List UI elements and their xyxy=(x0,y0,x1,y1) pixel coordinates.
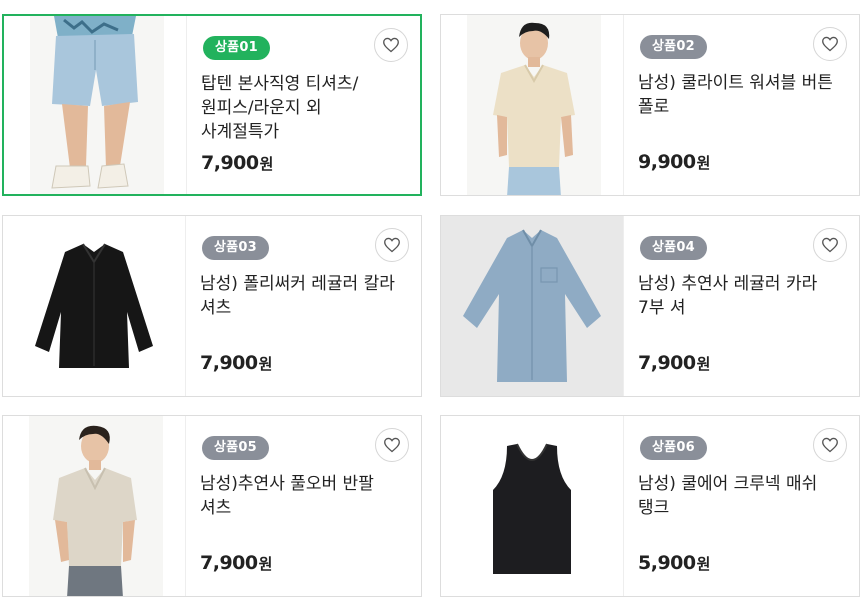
product-card-02[interactable]: 상품02 남성) 쿨라이트 워셔블 버튼 폴로 9,900원 xyxy=(440,14,860,196)
price-value: 7,900 xyxy=(201,152,259,174)
product-card-06[interactable]: 상품06 남성) 쿨에어 크루넥 매쉬 탱크 5,900원 xyxy=(440,415,860,597)
product-info: 상품02 남성) 쿨라이트 워셔블 버튼 폴로 9,900원 xyxy=(623,15,859,195)
product-rank-badge: 상품04 xyxy=(640,236,707,260)
price-currency: 원 xyxy=(696,355,711,373)
product-rank-badge: 상품03 xyxy=(202,236,269,260)
product-info: 상품05 남성)추연사 풀오버 반팔 셔츠 7,900원 xyxy=(185,416,421,596)
product-rank-badge: 상품01 xyxy=(203,36,270,60)
product-card-04[interactable]: 상품04 남성) 추연사 레귤러 카라 7부 셔 7,900원 xyxy=(440,215,860,397)
product-title[interactable]: 탑텐 본사직영 티셔츠/원피스/라운지 외 사계절특가 xyxy=(201,72,400,144)
price-value: 7,900 xyxy=(200,552,258,574)
product-rank-badge: 상품02 xyxy=(640,35,707,59)
product-card-05[interactable]: 상품05 남성)추연사 풀오버 반팔 셔츠 7,900원 xyxy=(2,415,422,597)
product-card-03[interactable]: 상품03 남성) 폴리써커 레귤러 칼라 셔츠 7,900원 xyxy=(2,215,422,397)
price-value: 9,900 xyxy=(638,151,696,173)
product-info: 상품06 남성) 쿨에어 크루넥 매쉬 탱크 5,900원 xyxy=(623,416,859,596)
product-image-shorts-model[interactable] xyxy=(4,16,186,194)
product-price: 7,900원 xyxy=(200,552,272,574)
price-value: 7,900 xyxy=(638,352,696,374)
tank-top-image xyxy=(493,443,571,574)
product-image-blue-shirt[interactable] xyxy=(441,216,623,396)
wishlist-heart-icon[interactable] xyxy=(375,428,409,462)
price-value: 5,900 xyxy=(638,552,696,574)
wishlist-heart-icon[interactable] xyxy=(813,228,847,262)
product-title[interactable]: 남성) 쿨에어 크루넥 매쉬 탱크 xyxy=(638,472,839,520)
price-value: 7,900 xyxy=(200,352,258,374)
product-title[interactable]: 남성) 폴리써커 레귤러 칼라 셔츠 xyxy=(200,272,401,320)
product-title[interactable]: 남성) 추연사 레귤러 카라 7부 셔 xyxy=(638,272,839,320)
product-price: 7,900원 xyxy=(201,152,273,174)
product-image-polo-model[interactable] xyxy=(441,15,623,195)
product-info: 상품01 탑텐 본사직영 티셔츠/원피스/라운지 외 사계절특가 7,900원 xyxy=(186,16,420,194)
blue-shirt-image xyxy=(463,229,601,382)
polo-model-image xyxy=(467,15,601,195)
product-rank-badge: 상품05 xyxy=(202,436,269,460)
black-shirt-image xyxy=(35,243,153,368)
pullover-model-image xyxy=(29,416,163,596)
product-price: 7,900원 xyxy=(200,352,272,374)
shorts-model-image xyxy=(30,16,164,194)
wishlist-heart-icon[interactable] xyxy=(813,27,847,61)
product-image-tank-top[interactable] xyxy=(441,416,623,596)
wishlist-heart-icon[interactable] xyxy=(813,428,847,462)
price-currency: 원 xyxy=(259,155,274,173)
product-price: 9,900원 xyxy=(638,151,710,173)
product-image-black-shirt[interactable] xyxy=(3,216,185,396)
product-card-01[interactable]: 상품01 탑텐 본사직영 티셔츠/원피스/라운지 외 사계절특가 7,900원 xyxy=(2,14,422,196)
product-title[interactable]: 남성)추연사 풀오버 반팔 셔츠 xyxy=(200,472,401,520)
price-currency: 원 xyxy=(258,555,273,573)
product-title[interactable]: 남성) 쿨라이트 워셔블 버튼 폴로 xyxy=(638,71,839,119)
product-info: 상품04 남성) 추연사 레귤러 카라 7부 셔 7,900원 xyxy=(623,216,859,396)
price-currency: 원 xyxy=(696,154,711,172)
product-rank-badge: 상품06 xyxy=(640,436,707,460)
product-price: 7,900원 xyxy=(638,352,710,374)
price-currency: 원 xyxy=(696,555,711,573)
wishlist-heart-icon[interactable] xyxy=(374,28,408,62)
price-currency: 원 xyxy=(258,355,273,373)
wishlist-heart-icon[interactable] xyxy=(375,228,409,262)
product-info: 상품03 남성) 폴리써커 레귤러 칼라 셔츠 7,900원 xyxy=(185,216,421,396)
product-image-pullover-model[interactable] xyxy=(3,416,185,596)
product-price: 5,900원 xyxy=(638,552,710,574)
